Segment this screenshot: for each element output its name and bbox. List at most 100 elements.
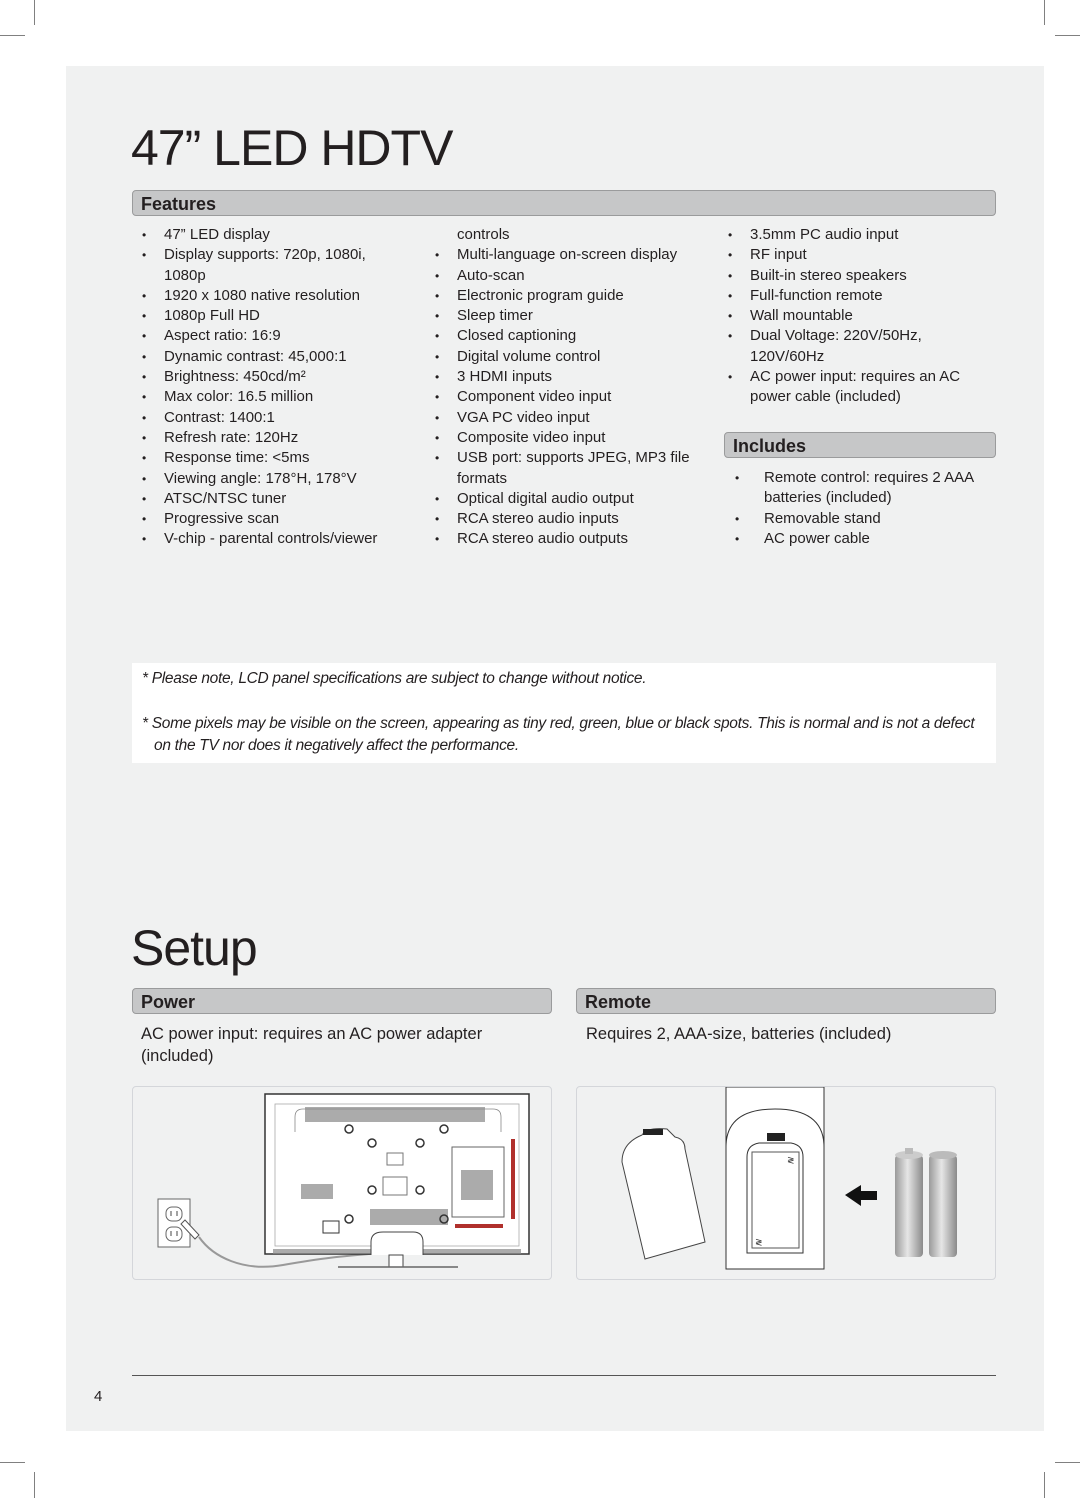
note-pixels: * Some pixels may be visible on the scre… (142, 715, 975, 754)
bullet-icon: • (435, 410, 440, 425)
list-item-text: batteries (included) (764, 489, 892, 507)
bullet-icon: • (728, 268, 733, 283)
list-item-text: Brightness: 450cd/m² (164, 368, 306, 386)
list-item-text: AC power cable (764, 529, 870, 547)
list-item-continuation: power cable (included) (720, 387, 1000, 407)
list-item-text: Optical digital audio output (457, 489, 634, 507)
list-item: • 3 HDMI inputs (427, 367, 717, 387)
list-item-text: Digital volume control (457, 347, 601, 365)
bullet-icon: • (142, 491, 147, 506)
list-item-text: VGA PC video input (457, 408, 590, 426)
list-item: • RCA stereo audio inputs (427, 509, 717, 529)
list-item-text: Remote control: requires 2 AAA (764, 469, 975, 486)
bullet-icon: • (728, 329, 733, 344)
list-item-text: controls (457, 226, 510, 243)
list-item: • Remote control: requires 2 AAA (727, 468, 997, 488)
list-item: • AC power input: requires an AC (720, 367, 1000, 387)
list-item-text: Built-in stereo speakers (750, 266, 907, 284)
aaa-batteries-icon (895, 1148, 957, 1257)
list-item-text: V-chip - parental controls/viewer (164, 530, 378, 548)
list-item-continuation: 1080p (134, 266, 424, 286)
list-item-text: Aspect ratio: 16:9 (164, 327, 281, 345)
page-number: 4 (94, 1388, 103, 1405)
list-item-text: Electronic program guide (457, 286, 624, 304)
list-item-text: ATSC/NTSC tuner (164, 489, 287, 507)
bullet-icon: • (728, 288, 733, 303)
arrow-left-icon (845, 1185, 877, 1206)
features-list-col1: • 47” LED display • Display supports: 720p,… (134, 225, 424, 550)
list-item: • 1080p Full HD (134, 306, 424, 326)
crop-mark (34, 0, 35, 25)
remote-figure: ≷ ≷ (576, 1086, 996, 1280)
list-item-text: Response time: <5ms (164, 449, 310, 467)
bullet-icon: • (142, 532, 147, 547)
crop-mark (1044, 1472, 1045, 1498)
list-item-text: power cable (included) (750, 388, 901, 406)
power-header: Power (132, 988, 552, 1014)
crop-mark (1055, 1462, 1080, 1463)
bullet-icon: • (142, 512, 147, 527)
list-item-text: RF input (750, 246, 807, 264)
list-item-text: Progressive scan (164, 510, 280, 528)
list-item: • 3.5mm PC audio input (720, 225, 1000, 245)
list-item-text: Wall mountable (750, 307, 853, 325)
list-item-text: 120V/60Hz (750, 347, 825, 365)
list-item: • Dual Voltage: 220V/50Hz, (720, 326, 1000, 346)
list-item-text: Auto-scan (457, 266, 525, 284)
bullet-icon: • (142, 248, 147, 263)
list-item-text: Viewing angle: 178°H, 178°V (164, 469, 357, 487)
list-item-text: Full-function remote (750, 286, 883, 304)
bullet-icon: • (142, 349, 147, 364)
list-item-text: Component video input (457, 388, 612, 406)
bullet-icon: • (735, 471, 740, 485)
list-item: • Component video input (427, 387, 717, 407)
list-item-text: formats (457, 469, 508, 487)
bullet-icon: • (142, 228, 147, 242)
tv-rear-power-illustration (157, 1093, 530, 1268)
power-description: AC power input: requires an AC power ada… (141, 1025, 483, 1065)
list-item: • Max color: 16.5 million (134, 387, 424, 407)
list-item-text: Sleep timer (457, 307, 533, 325)
list-item-text: Removable stand (764, 509, 881, 527)
list-item: • Electronic program guide (427, 286, 717, 306)
notes-box: * Please note, LCD panel specifications … (132, 663, 996, 763)
list-item: • Brightness: 450cd/m² (134, 367, 424, 387)
crop-mark (1044, 0, 1045, 25)
list-item-text: 3 HDMI inputs (457, 368, 553, 386)
bullet-icon: • (728, 370, 733, 385)
list-item-text: 1080p (164, 266, 206, 284)
list-item: • Viewing angle: 178°H, 178°V (134, 469, 424, 489)
crop-mark (0, 1462, 25, 1463)
list-item: • Response time: <5ms (134, 448, 424, 468)
footer-divider (132, 1375, 996, 1376)
bullet-icon: • (435, 329, 440, 344)
features-list-col3: • 3.5mm PC audio input • RF input • Built-in … (720, 225, 1000, 408)
bullet-icon: • (728, 248, 733, 263)
list-item: • Auto-scan (427, 266, 717, 286)
list-item: • Removable stand (727, 509, 997, 529)
bullet-icon: • (435, 268, 440, 283)
bullet-icon: • (435, 430, 440, 445)
list-item-text: Refresh rate: 120Hz (164, 428, 299, 446)
list-item-text: Contrast: 1400:1 (164, 408, 275, 426)
list-item: • Wall mountable (720, 306, 1000, 326)
list-item: • Closed captioning (427, 326, 717, 346)
list-item: • V-chip - parental controls/viewer (134, 529, 424, 549)
bullet-icon: • (435, 248, 440, 263)
list-item: • RCA stereo audio outputs (427, 529, 717, 549)
bullet-icon: • (142, 329, 147, 344)
bullet-icon: • (435, 491, 440, 506)
bullet-icon: • (435, 390, 440, 405)
battery-cover-icon (621, 1128, 706, 1260)
list-item: • Progressive scan (134, 509, 424, 529)
list-item-text: Multi-language on-screen display (457, 246, 678, 264)
list-item-text: 1080p Full HD (164, 307, 260, 325)
list-item-text: AC power input: requires an AC (750, 368, 961, 386)
bullet-icon: • (435, 451, 440, 466)
setup-title: Setup (131, 920, 258, 976)
list-item-text: USB port: supports JPEG, MP3 file (457, 449, 690, 467)
list-item-continuation: 120V/60Hz (720, 347, 1000, 367)
bullet-icon: • (142, 410, 147, 425)
bullet-icon: • (142, 288, 147, 303)
bullet-icon: • (435, 288, 440, 303)
